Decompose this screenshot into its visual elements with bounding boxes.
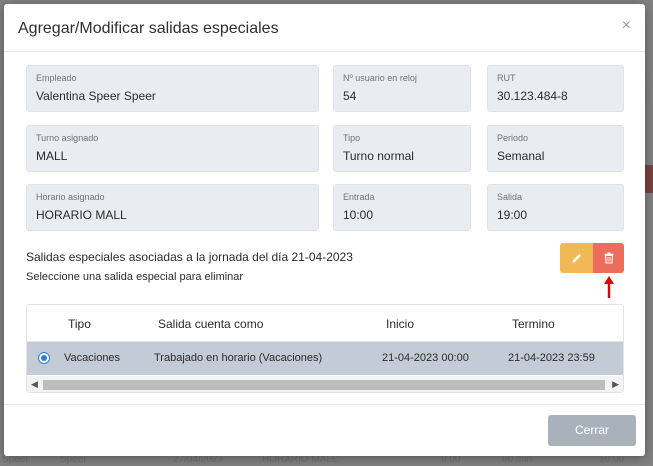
cuenta-como-cell: Trabajado en horario (Vacaciones) <box>154 352 323 364</box>
tipo-cell: Vacaciones <box>64 352 121 364</box>
empleado-field: Empleado Valentina Speer Speer <box>26 65 319 112</box>
close-button[interactable]: Cerrar <box>548 415 636 446</box>
periodo-field: Periodo Semanal <box>487 125 624 172</box>
modal-title: Agregar/Modificar salidas especiales <box>18 20 279 37</box>
entrada-field: Entrada 10:00 <box>333 184 471 231</box>
field-label: Turno asignado <box>36 133 99 143</box>
field-label: RUT <box>497 73 516 83</box>
special-exits-table: Tipo Salida cuenta como Inicio Termino V… <box>26 304 624 393</box>
field-value: MALL <box>36 149 68 163</box>
modal-header: Agregar/Modificar salidas especiales × <box>4 4 645 52</box>
instruction-text: Seleccione una salida especial para elim… <box>26 271 244 283</box>
horario-asignado-field: Horario asignado HORARIO MALL <box>26 184 319 231</box>
field-label: Horario asignado <box>36 192 105 202</box>
field-value: 10:00 <box>343 208 374 222</box>
field-value: Turno normal <box>343 149 414 163</box>
column-header: Termino <box>512 317 555 331</box>
field-value: Semanal <box>497 149 545 163</box>
pencil-icon <box>571 253 581 263</box>
tipo-field: Tipo Turno normal <box>333 125 471 172</box>
field-value: HORARIO MALL <box>36 208 127 222</box>
table-row[interactable]: Vacaciones Trabajado en horario (Vacacio… <box>27 342 623 375</box>
close-icon[interactable]: × <box>622 18 631 34</box>
delete-button[interactable] <box>593 243 624 273</box>
scrollbar-thumb[interactable] <box>43 380 605 390</box>
field-value: 19:00 <box>497 208 528 222</box>
field-label: Periodo <box>497 133 529 143</box>
column-header: Salida cuenta como <box>158 317 264 331</box>
inicio-cell: 21-04-2023 00:00 <box>382 352 469 364</box>
row-radio[interactable] <box>38 352 50 364</box>
horizontal-scrollbar[interactable]: ◀ ▶ <box>27 376 623 392</box>
special-exits-modal: Agregar/Modificar salidas especiales × E… <box>4 4 645 456</box>
salida-field: Salida 19:00 <box>487 184 624 231</box>
scroll-right-icon[interactable]: ▶ <box>612 379 619 390</box>
scroll-left-icon[interactable]: ◀ <box>31 379 38 390</box>
modal-footer: Cerrar <box>4 404 645 456</box>
usuario-reloj-field: Nº usuario en reloj 54 <box>333 65 471 112</box>
column-header: Inicio <box>386 317 415 331</box>
field-value: Valentina Speer Speer <box>36 89 156 103</box>
field-value: 30.123.484-8 <box>497 89 568 103</box>
field-label: Entrada <box>343 192 375 202</box>
info-text: Salidas especiales asociadas a la jornad… <box>26 250 353 264</box>
pointer-arrow-icon <box>604 276 614 298</box>
rut-field: RUT 30.123.484-8 <box>487 65 624 112</box>
field-value: 54 <box>343 89 357 103</box>
edit-button[interactable] <box>560 243 593 273</box>
termino-cell: 21-04-2023 23:59 <box>508 352 595 364</box>
field-label: Nº usuario en reloj <box>343 73 417 83</box>
field-label: Tipo <box>343 133 361 143</box>
trash-icon <box>604 252 613 264</box>
field-label: Empleado <box>36 73 77 83</box>
column-header: Tipo <box>68 317 91 331</box>
turno-asignado-field: Turno asignado MALL <box>26 125 319 172</box>
table-header: Tipo Salida cuenta como Inicio Termino <box>27 305 623 342</box>
field-label: Salida <box>497 192 523 202</box>
